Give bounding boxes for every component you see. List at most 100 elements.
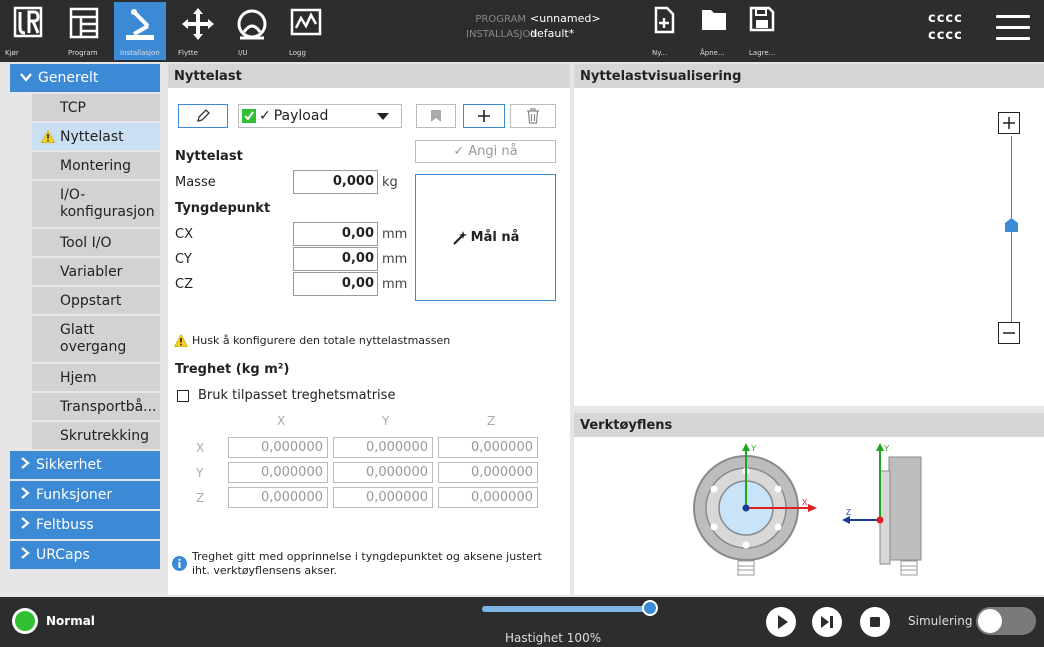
inertia-cell: 0,000000 <box>438 437 538 458</box>
bookmark-button[interactable] <box>416 104 456 128</box>
chevron-right-icon <box>20 457 30 473</box>
sidebar-item-payload[interactable]: Nyttelast <box>32 123 160 150</box>
nav-log[interactable]: Logg <box>280 2 332 60</box>
flange-x-axis-label: X <box>802 498 808 507</box>
sidebar-section-fieldbus[interactable]: Feltbuss <box>10 511 160 539</box>
sidebar-item-home[interactable]: Hjem <box>32 364 160 391</box>
stop-button[interactable] <box>860 607 890 637</box>
cz-label: CZ <box>175 277 193 292</box>
sidebar-item-label: Transportbå... <box>60 398 157 415</box>
inertia-title: Treghet (kg m²) <box>175 362 290 377</box>
save-disk-icon <box>749 6 775 32</box>
payload-select-value: Payload <box>273 108 329 124</box>
open-file-button[interactable]: Åpne... <box>694 2 734 60</box>
sidebar-item-screwdriving[interactable]: Skrutrekking <box>32 422 160 449</box>
play-button[interactable] <box>766 607 796 637</box>
mass-warning-text: Husk å konfigurere den totale nyttelastm… <box>192 334 451 347</box>
sidebar-item-label: Tool I/O <box>60 234 112 251</box>
top-bar: Kjør Program Installasjon Flytte I/U Log… <box>0 0 1044 62</box>
inertia-cell: 0,000000 <box>333 487 433 508</box>
zoom-out-button[interactable] <box>998 322 1020 344</box>
nav-move[interactable]: Flytte <box>172 2 224 60</box>
custom-matrix-checkbox[interactable] <box>177 390 189 402</box>
open-file-label: Åpne... <box>700 49 725 57</box>
cz-field[interactable]: 0,00 <box>293 272 378 296</box>
flange-z-axis-label: Z <box>846 508 851 517</box>
dropdown-arrow-icon <box>377 113 389 120</box>
speed-slider-track[interactable] <box>482 606 652 612</box>
mass-field[interactable]: 0,000 <box>293 170 378 194</box>
sidebar-item-conveyor[interactable]: Transportbå... <box>32 393 160 420</box>
sidebar-item-io-config[interactable]: I/O- konfigurasjon <box>32 181 160 227</box>
plus-icon <box>478 110 490 122</box>
measure-now-button[interactable]: Mål nå <box>415 174 556 301</box>
program-icon <box>69 7 99 39</box>
check-icon: ✓ <box>259 108 271 124</box>
speed-slider-fill <box>482 606 652 612</box>
sidebar-item-variables[interactable]: Variabler <box>32 258 160 285</box>
sidebar-section-urcaps[interactable]: URCaps <box>10 541 160 569</box>
chevron-down-icon <box>20 71 32 86</box>
delete-button[interactable] <box>510 104 556 128</box>
save-file-button[interactable]: Lagre... <box>742 2 782 60</box>
mass-label: Masse <box>175 175 216 190</box>
bookmark-icon <box>431 110 441 122</box>
tool-flange-title: Verktøyflens <box>574 413 1044 437</box>
nav-run[interactable]: Kjør <box>2 2 54 60</box>
sidebar-item-startup[interactable]: Oppstart <box>32 287 160 314</box>
sidebar-section-safety[interactable]: Sikkerhet <box>10 451 160 479</box>
sidebar-item-smooth-transition[interactable]: Glatt overgang <box>32 316 160 362</box>
payload-panel-title: Nyttelast <box>168 64 570 88</box>
log-chart-icon <box>290 8 322 36</box>
edit-button[interactable] <box>178 104 228 128</box>
ur-logo-icon <box>13 6 43 38</box>
custom-matrix-label: Bruk tilpasset treghetsmatrise <box>198 388 396 403</box>
flange-side-y-axis-label: Y <box>884 444 890 453</box>
sidebar-item-label: Glatt overgang <box>60 322 127 355</box>
matrix-row-y: Y <box>196 466 204 480</box>
pencil-icon <box>197 109 210 122</box>
chevron-right-icon <box>20 487 30 503</box>
nav-io[interactable]: I/U <box>226 2 278 60</box>
cx-field[interactable]: 0,00 <box>293 222 378 246</box>
installation-key: INSTALLASJON <box>466 29 538 40</box>
mass-unit: kg <box>382 175 398 190</box>
payload-select[interactable]: ✓ Payload <box>238 104 402 128</box>
new-file-button[interactable]: Ny... <box>644 2 684 60</box>
sidebar-section-label: URCaps <box>36 547 90 563</box>
inertia-info-text: Treghet gitt med opprinnelse i tyngdepun… <box>192 550 542 577</box>
inertia-cell: 0,000000 <box>438 487 538 508</box>
sidebar-section-label: Feltbuss <box>36 517 94 533</box>
tool-flange-panel: Verktøyflens Y X Y Z <box>574 413 1044 595</box>
nav-installation-label: Installasjon <box>120 49 160 57</box>
sidebar-item-mounting[interactable]: Montering <box>32 152 160 179</box>
status-text: Normal <box>46 614 95 628</box>
inertia-cell: 0,000000 <box>438 462 538 483</box>
nav-log-label: Logg <box>289 49 306 57</box>
set-now-button[interactable]: ✓ Angi nå <box>415 140 556 163</box>
add-button[interactable] <box>463 104 505 128</box>
hamburger-menu-icon[interactable] <box>996 15 1030 45</box>
sidebar-item-tool-io[interactable]: Tool I/O <box>32 229 160 256</box>
status-indicator[interactable] <box>12 608 38 634</box>
chevron-right-icon <box>20 517 30 533</box>
speed-slider-handle[interactable] <box>642 600 658 616</box>
sidebar-section-general[interactable]: Generelt <box>10 64 160 92</box>
nav-installation[interactable]: Installasjon <box>114 2 166 60</box>
sidebar-item-tcp[interactable]: TCP <box>32 94 160 121</box>
zoom-slider-handle[interactable] <box>1005 218 1018 232</box>
inertia-cell: 0,000000 <box>333 437 433 458</box>
cz-unit: mm <box>382 277 408 292</box>
plus-icon <box>1003 117 1015 129</box>
nav-program[interactable]: Program <box>58 2 110 60</box>
step-forward-icon <box>821 616 833 628</box>
cy-field[interactable]: 0,00 <box>293 247 378 271</box>
step-button[interactable] <box>812 607 842 637</box>
sidebar-item-label: Variabler <box>60 263 123 280</box>
zoom-in-button[interactable] <box>998 112 1020 134</box>
program-key: PROGRAM <box>475 14 526 25</box>
simulation-toggle[interactable] <box>976 607 1036 635</box>
sidebar-section-features[interactable]: Funksjoner <box>10 481 160 509</box>
speed-label: Hastighet 100% <box>505 631 602 645</box>
play-icon <box>778 615 788 629</box>
